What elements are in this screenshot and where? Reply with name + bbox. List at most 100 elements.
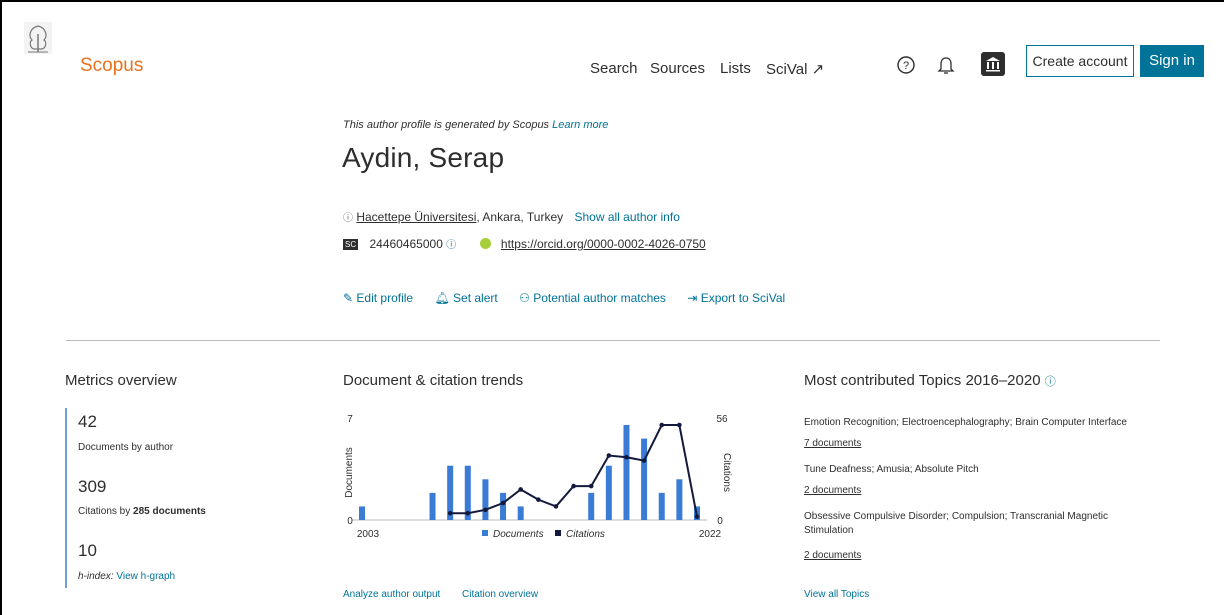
generated-note-text: This author profile is generated by Scop… <box>343 119 550 131</box>
document-citation-chart: 7 0 56 0 2003 2022 Documents Citations Documents… <box>344 414 732 540</box>
export-to-scival-label: Export to SciVal <box>700 291 786 305</box>
topics-info-icon[interactable]: ⓘ <box>1045 376 1056 388</box>
citation-overview-link[interactable]: Citation overview <box>462 589 538 600</box>
potential-author-matches-button[interactable]: ⚇ Potential author matches <box>519 291 666 305</box>
left-axis-title: Documents <box>344 447 355 498</box>
topic-documents-link[interactable]: 7 documents <box>804 438 861 449</box>
author-ids-row: SC 24460465000 ⓘ https://orcid.org/0000-… <box>343 236 706 251</box>
topic-name: Tune Deafness; Amusia; Absolute Pitch <box>804 464 979 475</box>
bell-icon[interactable] <box>935 54 957 76</box>
citations-point <box>553 504 559 509</box>
metrics-overview-title: Metrics overview <box>65 372 177 389</box>
orcid-link[interactable]: https://orcid.org/0000-0002-4026-0750 <box>501 237 706 251</box>
topic-documents-link[interactable]: 2 documents <box>804 550 861 561</box>
citations-point <box>694 514 700 519</box>
topics-title-text: Most contributed Topics 2016–2020 <box>804 372 1041 389</box>
documents-label: Documents by author <box>78 442 174 453</box>
right-axis-title: Citations <box>721 453 732 492</box>
analyze-author-output-link[interactable]: Analyze author output <box>343 589 440 600</box>
scopus-id-badge: SC <box>343 239 359 250</box>
documents-bar <box>605 465 612 520</box>
documents-bar <box>588 492 595 520</box>
potential-author-matches-label: Potential author matches <box>533 291 666 305</box>
help-icon[interactable]: ? <box>895 54 917 76</box>
scopus-brand[interactable]: Scopus <box>80 55 143 77</box>
citations-point <box>624 454 629 460</box>
export-icon: ⇥ <box>687 291 698 305</box>
author-name: Aydin, Serap <box>342 142 505 173</box>
nav-search[interactable]: Search <box>590 60 638 77</box>
right-tick-label: 56 <box>716 414 728 425</box>
affiliation-row: ⓘ Hacettepe Üniversitesi, Ankara, Turkey… <box>343 209 680 224</box>
citations-point <box>606 453 612 458</box>
documents-bar <box>482 479 489 520</box>
nav-scival[interactable]: SciVal ↗ <box>766 60 824 78</box>
people-icon: ⚇ <box>519 291 530 305</box>
documents-bar <box>500 492 507 520</box>
hindex-row: h-index: View h-graph <box>78 571 175 582</box>
elsevier-logo-icon[interactable] <box>24 22 52 54</box>
export-to-scival-button[interactable]: ⇥ Export to SciVal <box>687 291 785 305</box>
create-account-button[interactable]: Create account <box>1026 45 1134 77</box>
affiliation-location: , Ankara, Turkey <box>476 210 564 224</box>
view-hgraph-link[interactable]: View h-graph <box>116 571 175 582</box>
documents-bar <box>623 425 630 520</box>
citations-label-prefix: Citations by <box>78 506 134 517</box>
citations-point <box>571 483 576 489</box>
nav-sources[interactable]: Sources <box>650 60 705 77</box>
legend-documents-swatch <box>482 530 488 536</box>
pencil-icon: ✎ <box>343 291 354 305</box>
citations-point <box>465 510 471 516</box>
topic-documents-link[interactable]: 2 documents <box>804 485 861 496</box>
show-all-author-info-link[interactable]: Show all author info <box>574 210 679 224</box>
documents-bar <box>359 506 365 520</box>
nav-lists[interactable]: Lists <box>720 60 751 77</box>
edit-profile-button[interactable]: ✎ Edit profile <box>343 291 413 305</box>
left-tick-label: 7 <box>347 414 353 425</box>
view-all-topics-link[interactable]: View all Topics <box>804 589 869 600</box>
sign-in-button[interactable]: Sign in <box>1140 45 1204 77</box>
citations-point <box>518 487 523 492</box>
topic-name: Obsessive Compulsive Disorder; Compulsio… <box>804 511 1109 536</box>
citations-point <box>500 500 506 506</box>
scopus-id: 24460465000 <box>369 237 443 251</box>
set-alert-button[interactable]: 🔔︎ Set alert <box>434 291 497 305</box>
citations-point <box>641 458 647 463</box>
edit-profile-label: Edit profile <box>356 291 414 305</box>
citations-point <box>483 507 488 513</box>
hindex-label: h-index: <box>78 571 114 582</box>
documents-bar <box>658 492 665 520</box>
left-tick-label: 0 <box>347 516 353 527</box>
documents-bar <box>429 492 436 520</box>
topic-name: Emotion Recognition; Electroencephalogra… <box>804 417 1127 428</box>
citations-point <box>588 483 594 489</box>
institution-icon[interactable] <box>981 52 1005 76</box>
legend-citations-label: Citations <box>566 529 605 540</box>
learn-more-link[interactable]: Learn more <box>552 119 608 131</box>
affiliation-link[interactable]: Hacettepe Üniversitesi <box>356 210 476 224</box>
documents-bar <box>641 438 648 520</box>
metrics-accent-bar <box>65 408 67 588</box>
x-tick-label: 2022 <box>699 529 722 540</box>
bell-outline-icon: 🔔︎ <box>434 291 450 305</box>
citations-point <box>677 422 682 428</box>
citations-label: Citations by 285 documents <box>78 506 206 517</box>
legend-citations-swatch <box>555 530 561 536</box>
citations-label-docs: 285 documents <box>133 506 206 517</box>
info-icon[interactable]: ⓘ <box>343 213 353 224</box>
right-tick-label: 0 <box>717 516 723 527</box>
legend-documents-label: Documents <box>493 529 544 540</box>
profile-actions: ✎ Edit profile 🔔︎ Set alert ⚇ Potential … <box>343 291 803 305</box>
topics-title: Most contributed Topics 2016–2020 ⓘ <box>804 372 1056 389</box>
set-alert-label: Set alert <box>453 291 498 305</box>
svg-text:?: ? <box>903 60 909 72</box>
x-tick-label: 2003 <box>357 529 380 540</box>
documents-bar <box>517 506 524 520</box>
documents-bar <box>676 479 683 520</box>
documents-count[interactable]: 42 <box>78 412 97 432</box>
scopus-id-info-icon[interactable]: ⓘ <box>446 240 456 251</box>
citations-point <box>659 422 665 428</box>
orcid-icon <box>479 238 491 249</box>
trends-title: Document & citation trends <box>343 372 524 389</box>
citations-count[interactable]: 309 <box>78 477 106 497</box>
